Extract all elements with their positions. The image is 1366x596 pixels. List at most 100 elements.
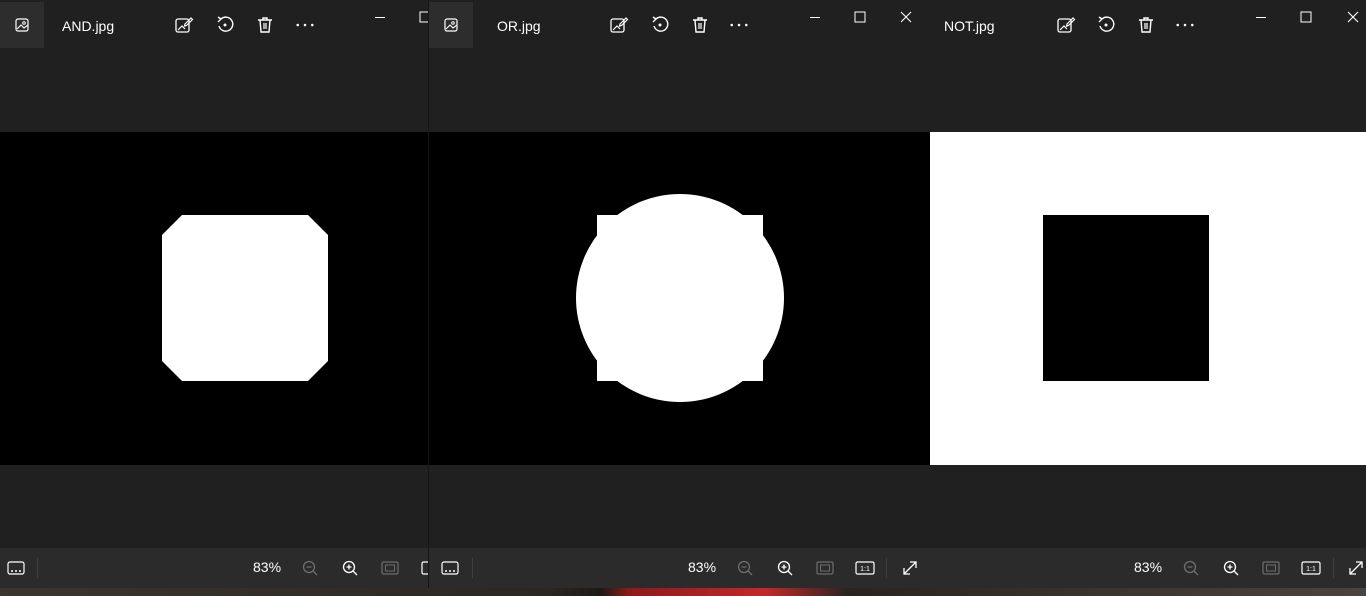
fullscreen-button[interactable] (1346, 558, 1366, 578)
delete-icon (1139, 17, 1153, 33)
actual-size-button[interactable] (420, 558, 428, 578)
minimize-icon (1256, 17, 1266, 18)
delete-icon (693, 17, 707, 33)
maximize-button[interactable] (1295, 8, 1317, 26)
separator (472, 558, 473, 578)
image-canvas (0, 132, 428, 465)
minimize-button[interactable] (804, 8, 826, 26)
close-button[interactable] (1342, 8, 1364, 26)
delete-icon (258, 17, 272, 33)
zoom-in-button[interactable] (340, 558, 360, 578)
filmstrip-button[interactable] (6, 558, 26, 578)
window-title: AND.jpg (62, 18, 115, 34)
zoom-out-button[interactable] (735, 558, 755, 578)
zoom-in-icon (342, 560, 358, 576)
fit-to-window-icon (1262, 561, 1280, 575)
edit-image-icon (1057, 17, 1076, 33)
separator (886, 558, 887, 578)
zoom-out-button[interactable] (300, 558, 320, 578)
zoom-out-button[interactable] (1181, 558, 1201, 578)
filmstrip-button[interactable] (440, 558, 460, 578)
filmstrip-icon (441, 561, 459, 575)
minimize-icon (810, 17, 820, 18)
separator (37, 558, 38, 578)
close-button[interactable] (895, 8, 917, 26)
zoom-level[interactable]: 83% (688, 559, 716, 575)
bottom-bar: 83% 1:1 (429, 548, 931, 588)
delete-button[interactable] (255, 15, 275, 35)
edit-image-icon (610, 17, 629, 33)
rotate-button[interactable] (215, 15, 235, 35)
delete-button[interactable] (690, 15, 710, 35)
rotate-icon (1098, 16, 1115, 32)
edit-image-button[interactable] (1056, 15, 1076, 35)
and-image (0, 132, 428, 465)
more-icon (296, 23, 314, 27)
actual-size-label: 1:1 (1306, 566, 1316, 573)
actual-size-icon: 1:1 (1301, 561, 1321, 575)
bottom-bar: 83% (0, 548, 428, 588)
photos-app-icon[interactable] (0, 2, 44, 48)
more-options-button[interactable] (295, 15, 315, 35)
actual-size-icon: 1:1 (855, 561, 875, 575)
edit-image-icon (175, 17, 194, 33)
photo-viewer-window-or: OR.jpg 83% 1:1 (428, 0, 931, 588)
fit-to-window-icon (816, 561, 834, 575)
minimize-icon (375, 17, 385, 18)
separator (1333, 558, 1334, 578)
fit-to-window-button[interactable] (1261, 558, 1281, 578)
minimize-button[interactable] (369, 8, 391, 26)
title-bar[interactable]: OR.jpg (429, 0, 931, 50)
edit-image-button[interactable] (174, 15, 194, 35)
fullscreen-icon (903, 561, 917, 575)
more-icon (1176, 23, 1194, 27)
filmstrip-icon (7, 561, 25, 575)
rotate-button[interactable] (1096, 15, 1116, 35)
maximize-icon (419, 11, 428, 23)
fit-to-window-button[interactable] (815, 558, 835, 578)
maximize-icon (1300, 11, 1312, 23)
more-options-button[interactable] (729, 15, 749, 35)
zoom-level[interactable]: 83% (1134, 559, 1162, 575)
more-options-button[interactable] (1175, 15, 1195, 35)
edit-image-button[interactable] (609, 15, 629, 35)
minimize-button[interactable] (1250, 8, 1272, 26)
zoom-in-button[interactable] (775, 558, 795, 578)
title-bar[interactable]: AND.jpg (0, 0, 428, 50)
actual-size-button[interactable]: 1:1 (1300, 558, 1322, 578)
maximize-button[interactable] (849, 8, 871, 26)
zoom-out-icon (1183, 560, 1199, 576)
rotate-icon (217, 16, 234, 32)
fit-to-window-icon (381, 561, 399, 575)
more-icon (730, 23, 748, 27)
photos-app-icon[interactable] (429, 2, 473, 48)
fullscreen-icon (1349, 561, 1363, 575)
image-canvas (930, 132, 1366, 465)
fit-to-window-button[interactable] (380, 558, 400, 578)
actual-size-button[interactable]: 1:1 (854, 558, 876, 578)
rotate-icon (652, 16, 669, 32)
fullscreen-button[interactable] (900, 558, 920, 578)
image-canvas (429, 132, 931, 465)
maximize-icon (854, 11, 866, 23)
close-icon (900, 11, 912, 23)
bottom-bar: 83% 1:1 (930, 548, 1366, 588)
photo-viewer-window-not: NOT.jpg 83% 1:1 (930, 0, 1366, 588)
zoom-in-icon (777, 560, 793, 576)
zoom-out-icon (737, 560, 753, 576)
actual-size-icon (421, 561, 428, 575)
actual-size-label: 1:1 (860, 566, 870, 573)
zoom-out-icon (302, 560, 318, 576)
desktop-wallpaper (0, 588, 1366, 596)
delete-button[interactable] (1136, 15, 1156, 35)
zoom-level[interactable]: 83% (253, 559, 281, 575)
title-bar[interactable]: NOT.jpg (930, 0, 1366, 50)
zoom-in-button[interactable] (1221, 558, 1241, 578)
maximize-button[interactable] (414, 8, 428, 26)
photo-viewer-window-and: AND.jpg 83% (0, 0, 428, 588)
or-image (429, 132, 931, 465)
window-title: NOT.jpg (944, 18, 995, 34)
rotate-button[interactable] (650, 15, 670, 35)
zoom-in-icon (1223, 560, 1239, 576)
close-icon (1347, 11, 1359, 23)
